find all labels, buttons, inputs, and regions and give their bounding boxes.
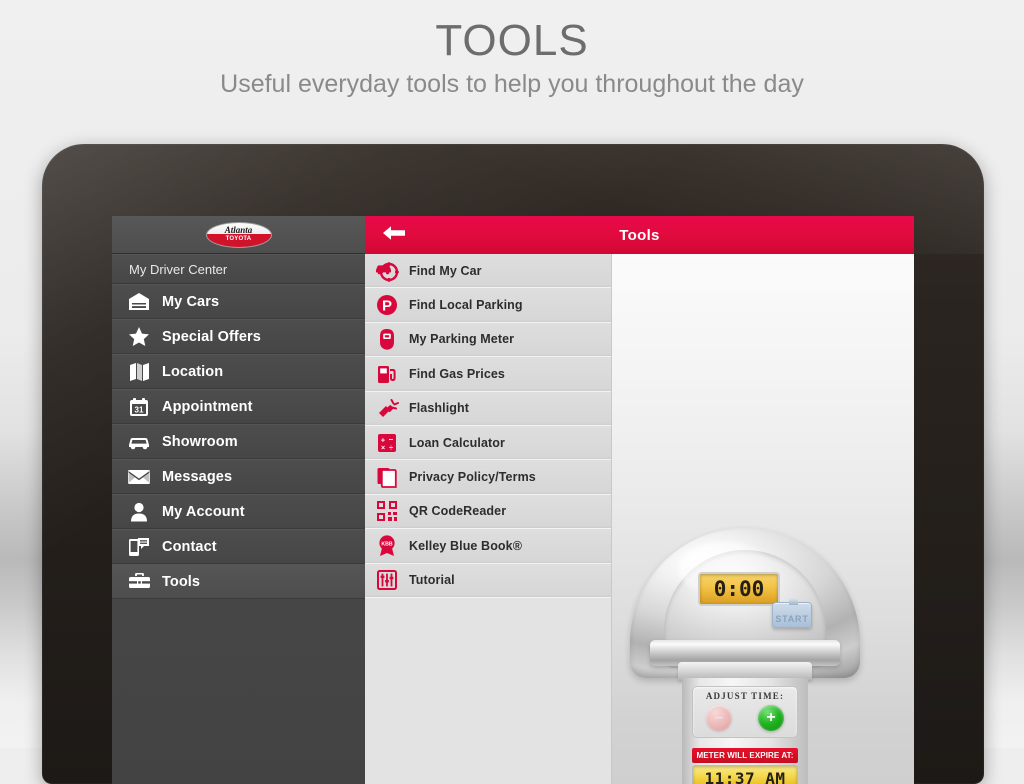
garage-icon <box>126 291 152 313</box>
sidebar-item-label: Tools <box>162 574 200 590</box>
sidebar-item-my-cars[interactable]: My Cars <box>112 284 365 319</box>
find-my-car-icon <box>374 259 400 283</box>
tools-list: Find My Car P Find Local Parking My Park… <box>365 254 612 784</box>
sidebar-logo-bar: Atlanta TOYOTA <box>112 216 365 254</box>
app-topbar: Tools <box>365 216 914 254</box>
tool-label: Privacy Policy/Terms <box>409 470 536 484</box>
tool-detail-pane: 0:00 START ADJUST TIME: <box>612 254 914 784</box>
page-headline: TOOLS Useful everyday tools to help you … <box>0 18 1024 99</box>
sidebar-item-label: Location <box>162 364 223 380</box>
sidebar-header: My Driver Center <box>112 254 365 284</box>
star-icon <box>126 326 152 348</box>
start-button-knob <box>789 598 798 605</box>
expire-banner: METER WILL EXPIRE AT: <box>692 748 798 763</box>
meter-start-button[interactable]: START <box>772 602 812 628</box>
person-icon <box>126 501 152 523</box>
sidebar-item-messages[interactable]: Messages <box>112 459 365 494</box>
svg-text:÷: ÷ <box>389 443 393 452</box>
tool-row-flashlight[interactable]: Flashlight <box>365 392 611 426</box>
start-button-label: START <box>775 614 808 624</box>
sidebar-item-tools[interactable]: Tools <box>112 564 365 599</box>
meter-time-display: 0:00 <box>698 572 780 606</box>
sidebar-item-label: Showroom <box>162 434 238 450</box>
qr-code-icon <box>374 499 400 523</box>
tool-row-kelley-blue-book[interactable]: KBB Kelley Blue Book® <box>365 529 611 563</box>
tool-label: Find My Car <box>409 264 482 278</box>
sidebar-item-label: My Account <box>162 504 245 520</box>
expire-banner-label: METER WILL EXPIRE AT: <box>696 751 793 760</box>
tablet-screen: Atlanta TOYOTA My Driver Center My Cars … <box>112 216 914 784</box>
adjust-time-buttons: – + <box>693 705 797 731</box>
gas-pump-icon <box>374 362 400 386</box>
sidebar-item-label: Contact <box>162 539 217 555</box>
sidebar-item-special-offers[interactable]: Special Offers <box>112 319 365 354</box>
parking-meter-graphic: 0:00 START ADJUST TIME: <box>624 522 866 784</box>
tool-row-loan-calculator[interactable]: +–×÷ Loan Calculator <box>365 426 611 460</box>
logo-brand-text: Atlanta <box>225 226 253 235</box>
app-content: Tools Find My Car P Find L <box>365 216 914 784</box>
sidebar-item-showroom[interactable]: Showroom <box>112 424 365 459</box>
tool-label: QR CodeReader <box>409 504 506 518</box>
contact-card-icon <box>126 536 152 558</box>
back-button[interactable] <box>377 216 411 254</box>
sidebar-item-location[interactable]: Location <box>112 354 365 389</box>
sidebar-item-contact[interactable]: Contact <box>112 529 365 564</box>
parking-p-icon: P <box>374 293 400 317</box>
toolbox-icon <box>126 571 152 593</box>
calendar-icon: 31 <box>126 396 152 418</box>
tools-list-empty-area <box>365 598 611 784</box>
sidebar-item-label: Special Offers <box>162 329 261 345</box>
sliders-icon <box>374 568 400 592</box>
tool-row-qr-codereader[interactable]: QR CodeReader <box>365 495 611 529</box>
car-icon <box>126 431 152 453</box>
envelope-icon <box>126 466 152 488</box>
page-header-title: Tools <box>365 227 914 244</box>
sidebar-item-label: Appointment <box>162 399 253 415</box>
tool-row-tutorial[interactable]: Tutorial <box>365 564 611 598</box>
documents-icon <box>374 465 400 489</box>
tool-label: Loan Calculator <box>409 436 505 450</box>
expire-time-display: 11:37 AM <box>692 765 798 784</box>
parking-meter-icon <box>374 327 400 351</box>
app-sidebar: Atlanta TOYOTA My Driver Center My Cars … <box>112 216 365 784</box>
calculator-icon: +–×÷ <box>374 431 400 455</box>
page-title: TOOLS <box>0 18 1024 64</box>
sidebar-item-my-account[interactable]: My Account <box>112 494 365 529</box>
tool-row-privacy-policy-terms[interactable]: Privacy Policy/Terms <box>365 460 611 494</box>
tool-label: Find Gas Prices <box>409 367 505 381</box>
tool-row-find-local-parking[interactable]: P Find Local Parking <box>365 288 611 322</box>
tool-row-find-my-car[interactable]: Find My Car <box>365 254 611 288</box>
tool-row-my-parking-meter[interactable]: My Parking Meter <box>365 323 611 357</box>
tablet-device-frame: Atlanta TOYOTA My Driver Center My Cars … <box>42 144 984 784</box>
sidebar-item-label: My Cars <box>162 294 219 310</box>
atlanta-toyota-logo: Atlanta TOYOTA <box>206 222 272 248</box>
tool-label: Find Local Parking <box>409 298 523 312</box>
tool-label: My Parking Meter <box>409 332 514 346</box>
tool-label: Tutorial <box>409 573 455 587</box>
svg-text:P: P <box>382 298 392 315</box>
meter-body: ADJUST TIME: – + METER WILL EXPIRE AT: <box>682 678 808 784</box>
tool-label: Kelley Blue Book® <box>409 539 522 553</box>
back-arrow-icon <box>382 224 406 247</box>
tool-row-find-gas-prices[interactable]: Find Gas Prices <box>365 357 611 391</box>
page-subtitle: Useful everyday tools to help you throug… <box>0 70 1024 99</box>
sidebar-item-appointment[interactable]: 31 Appointment <box>112 389 365 424</box>
expire-time-value: 11:37 AM <box>704 769 785 784</box>
adjust-time-label: ADJUST TIME: <box>693 691 797 701</box>
map-icon <box>126 361 152 383</box>
svg-text:KBB: KBB <box>381 542 392 548</box>
sidebar-item-label: Messages <box>162 469 232 485</box>
kbb-badge-icon: KBB <box>374 534 400 558</box>
tool-label: Flashlight <box>409 401 469 415</box>
svg-text:×: × <box>381 445 385 452</box>
increase-time-button[interactable]: + <box>758 705 784 731</box>
flashlight-icon <box>374 396 400 420</box>
meter-time-value: 0:00 <box>714 577 765 601</box>
svg-text:+: + <box>381 435 386 444</box>
adjust-time-panel: ADJUST TIME: – + <box>692 686 798 738</box>
decrease-time-button[interactable]: – <box>706 705 732 731</box>
svg-text:31: 31 <box>135 405 144 414</box>
logo-sub-text: TOYOTA <box>226 236 252 243</box>
content-panes: Find My Car P Find Local Parking My Park… <box>365 254 914 784</box>
